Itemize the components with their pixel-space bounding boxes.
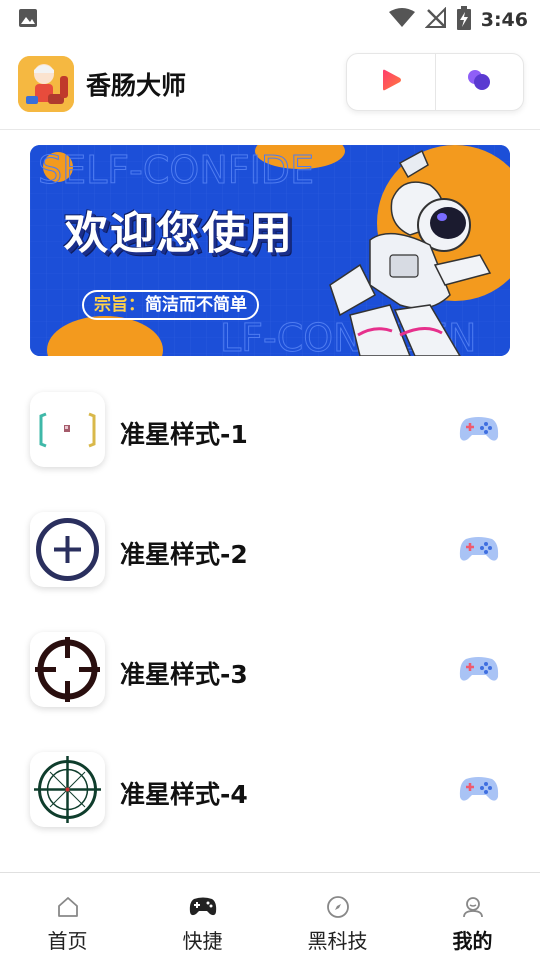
list-item[interactable]: 准星样式-3: [0, 612, 540, 712]
nav-label: 黑科技: [307, 929, 368, 953]
list-item[interactable]: 准星样式-4: [0, 732, 540, 832]
bubbles-icon: [466, 68, 492, 96]
play-button[interactable]: [347, 54, 435, 110]
gamepad-icon[interactable]: [458, 533, 500, 565]
list-item[interactable]: 准星样式-2: [0, 492, 540, 592]
wifi-icon: [388, 8, 415, 32]
user-icon: [461, 893, 485, 921]
item-label: 准星样式-3: [120, 660, 248, 689]
bubbles-button[interactable]: [436, 54, 524, 110]
nav-item-tech[interactable]: 黑科技: [270, 873, 405, 960]
item-label: 准星样式-4: [120, 780, 248, 809]
svg-text:SELF-CONFIDE: SELF-CONFIDE: [38, 148, 314, 192]
circle-scope-crosshair-icon: [30, 632, 105, 707]
banner-title: 欢迎您使用: [64, 208, 294, 259]
welcome-banner[interactable]: SELF-CONFIDE LF-CONFIDEN 欢迎您使用 宗旨：简洁而不简单: [30, 145, 510, 356]
status-time: 3:46: [480, 9, 528, 31]
nav-label: 首页: [47, 929, 88, 953]
mini-program-capsule: [346, 53, 524, 111]
no-signal-icon: [424, 6, 447, 33]
banner-subtitle-key: 宗旨：: [94, 295, 145, 315]
item-label: 准星样式-2: [120, 540, 248, 569]
nav-item-shortcut[interactable]: 快捷: [135, 873, 270, 960]
list-item[interactable]: 准星样式-1: [0, 372, 540, 472]
banner-subtitle-value: 简洁而不简单: [145, 295, 247, 315]
nav-item-mine[interactable]: 我的: [405, 873, 540, 960]
battery-charging-icon: [456, 6, 471, 34]
compass-icon: [326, 893, 350, 921]
nav-label: 我的: [452, 929, 493, 953]
gamepad-icon[interactable]: [458, 653, 500, 685]
app-avatar[interactable]: [18, 56, 74, 112]
home-icon: [56, 893, 80, 921]
gamepad-icon[interactable]: [458, 413, 500, 445]
nav-item-home[interactable]: 首页: [0, 873, 135, 960]
bottom-navigation: 首页 快捷 黑科技 我的: [0, 872, 540, 960]
banner-subtitle: 宗旨：简洁而不简单: [82, 290, 259, 320]
item-label: 准星样式-1: [120, 420, 248, 449]
app-title: 香肠大师: [86, 71, 187, 100]
gallery-icon: [18, 8, 38, 32]
circle-plus-crosshair-icon: [30, 512, 105, 587]
status-bar: 3:46: [0, 0, 540, 36]
play-icon: [379, 68, 403, 96]
gamepad-filled-icon: [189, 893, 217, 921]
sniper-crosshair-icon: [30, 752, 105, 827]
bracket-crosshair-icon: [30, 392, 105, 467]
gamepad-icon[interactable]: [458, 773, 500, 805]
app-header: 香肠大师: [0, 40, 540, 130]
nav-label: 快捷: [182, 929, 223, 953]
